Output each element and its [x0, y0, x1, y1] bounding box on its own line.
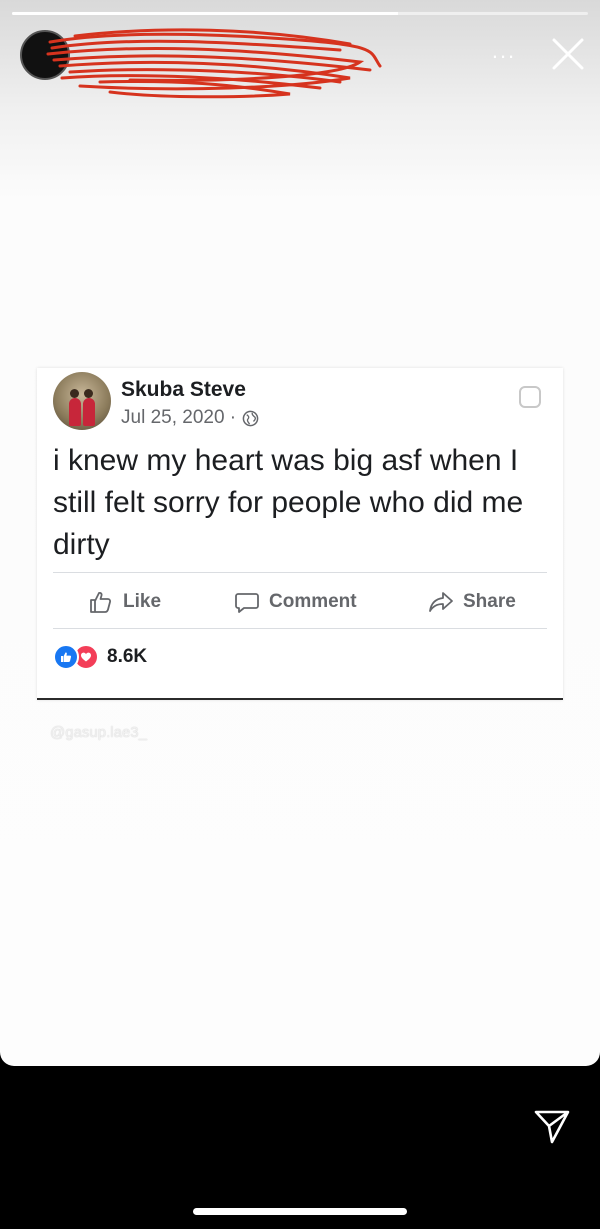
- more-options-button[interactable]: ...: [484, 36, 524, 66]
- divider: [53, 628, 547, 629]
- reaction-count: 8.6K: [107, 646, 148, 667]
- divider: [53, 572, 547, 573]
- like-reaction-icon: [53, 644, 79, 670]
- reactions-summary[interactable]: 8.6K: [53, 644, 147, 670]
- share-label: Share: [463, 591, 516, 612]
- author-avatar: [53, 372, 111, 430]
- watermark: @gasup.lae3_: [50, 724, 147, 741]
- like-button[interactable]: Like: [87, 582, 161, 622]
- story-progress-fill: [12, 12, 398, 15]
- redacted-username-scribble: [46, 28, 382, 99]
- facebook-post-card: Skuba Steve Jul 25, 2020 · i knew my hea…: [37, 368, 563, 700]
- globe-icon: [242, 410, 259, 426]
- home-indicator: [193, 1208, 407, 1215]
- post-text: i knew my heart was big asf when I still…: [53, 444, 524, 561]
- comment-icon: [235, 593, 259, 613]
- comment-label: Comment: [269, 591, 357, 612]
- share-icon: [429, 592, 453, 612]
- save-post-icon[interactable]: [519, 386, 541, 408]
- thumbs-up-icon: [90, 591, 112, 613]
- send-icon[interactable]: [530, 1104, 574, 1148]
- story-canvas: ... Skuba Steve Jul 25, 2020 · i knew my…: [0, 0, 600, 1066]
- post-meta: Jul 25, 2020 ·: [121, 407, 259, 429]
- share-button[interactable]: Share: [427, 582, 516, 622]
- close-icon[interactable]: [548, 34, 588, 74]
- post-date: Jul 25, 2020 ·: [121, 407, 237, 428]
- author-name: Skuba Steve: [121, 378, 246, 401]
- story-progress-bar: [12, 12, 588, 15]
- like-label: Like: [123, 591, 162, 612]
- comment-button[interactable]: Comment: [233, 582, 357, 622]
